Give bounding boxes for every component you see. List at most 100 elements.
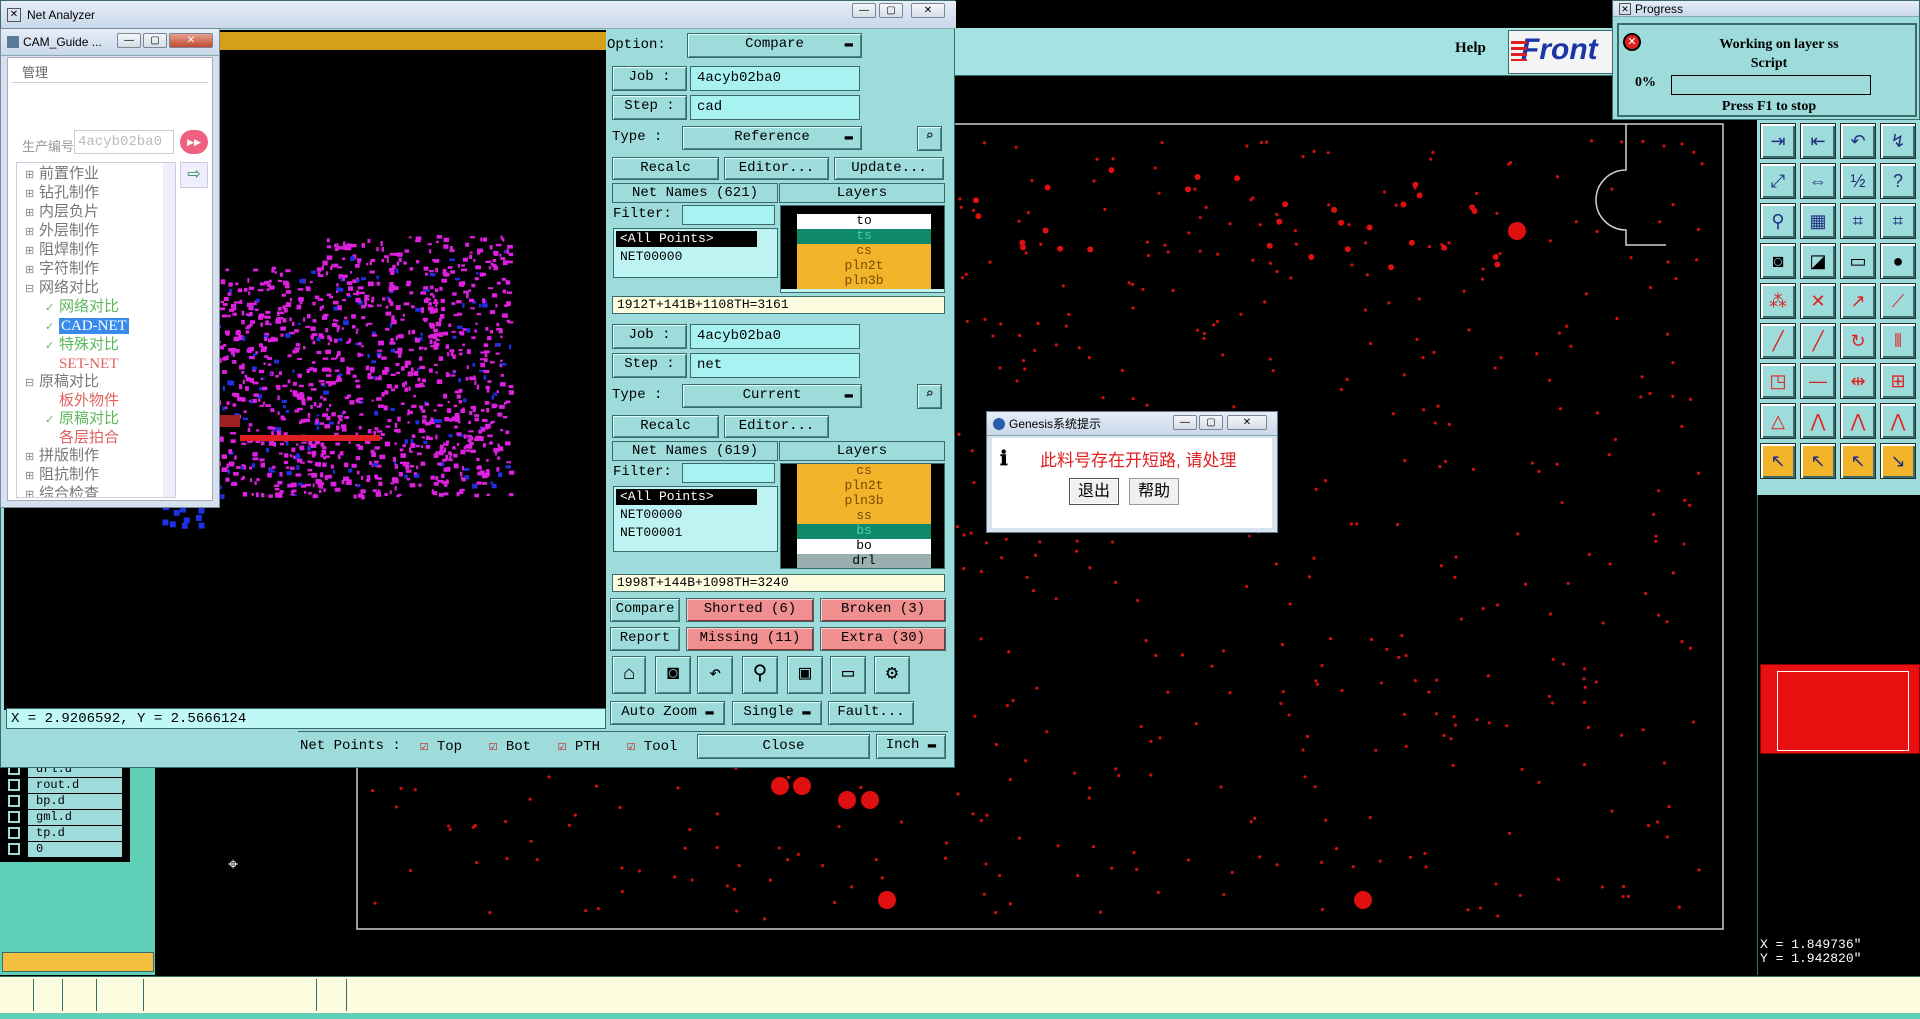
run-button[interactable]: ▶▶ <box>180 130 208 154</box>
arrow-right-icon[interactable]: ⇤ <box>1800 123 1836 159</box>
undo-icon[interactable]: ↶ <box>697 656 733 694</box>
record-icon[interactable]: ◙ <box>1760 243 1796 279</box>
cur-filter-input[interactable] <box>682 463 775 483</box>
select2-icon[interactable]: ↖ <box>1800 443 1836 479</box>
net-item[interactable]: <All Points> <box>616 489 757 505</box>
tree-item[interactable]: ⊟ 原稿对比 <box>25 373 175 392</box>
tree-scrollbar[interactable] <box>163 163 175 497</box>
tree-item[interactable]: ⊞ 阻抗制作 <box>25 466 175 485</box>
cur-recalc-button[interactable]: Recalc <box>612 415 719 438</box>
layer-item[interactable]: cs <box>797 244 931 259</box>
cur-zoom-button[interactable]: ⌕ <box>917 384 942 409</box>
select-icon[interactable]: ↖ <box>1760 443 1796 479</box>
dot-icon[interactable]: ● <box>1880 243 1916 279</box>
cur-net-list[interactable]: <All Points> NET00000 NET00001 <box>613 486 778 552</box>
minus-icon[interactable]: — <box>1800 363 1836 399</box>
help-menu[interactable]: Help <box>1455 40 1486 57</box>
ref-zoom-button[interactable]: ⌕ <box>917 126 942 151</box>
layer-checkbox-icon[interactable] <box>8 811 20 823</box>
cur-job-input[interactable]: 4acyb02ba0 <box>690 324 860 349</box>
layer-checkbox-icon[interactable] <box>8 843 20 855</box>
option-dropdown[interactable]: Compare ▬ <box>687 33 862 58</box>
layer-row[interactable]: rout.d <box>8 778 122 794</box>
layer-row[interactable]: tp.d <box>8 826 122 842</box>
step-icon[interactable]: ↯ <box>1880 123 1916 159</box>
layer-row[interactable]: bp.d <box>8 794 122 810</box>
prod-no-input[interactable]: 4acyb02ba0 <box>74 130 174 154</box>
ref-type-dropdown[interactable]: Reference ▬ <box>682 126 862 150</box>
layer-item[interactable]: ts <box>797 229 931 244</box>
ref-layer-list[interactable]: to ts cs pln2t pln3b <box>780 205 945 293</box>
cross-icon[interactable]: ✕ <box>1800 283 1836 319</box>
tree-item[interactable]: ⊞ 字符制作 <box>25 260 175 279</box>
broken-button[interactable]: Broken (3) <box>820 598 946 622</box>
triangle4-icon[interactable]: ⋀ <box>1880 403 1916 439</box>
missing-button[interactable]: Missing (11) <box>686 627 814 651</box>
fault-button[interactable]: Fault... <box>828 701 914 725</box>
tree-item[interactable]: ✓ 网络对比 <box>25 298 175 317</box>
line2-icon[interactable]: ╱ <box>1800 323 1836 359</box>
tool-button[interactable]: ⇨ <box>180 162 208 188</box>
layer-checkbox-icon[interactable] <box>8 795 20 807</box>
net-icon[interactable]: ⁂ <box>1760 283 1796 319</box>
maximize-button[interactable]: ▢ <box>879 3 903 18</box>
select4-icon[interactable]: ↘ <box>1880 443 1916 479</box>
help-icon[interactable]: ? <box>1880 163 1916 199</box>
triangle3-icon[interactable]: ⋀ <box>1840 403 1876 439</box>
tree-item[interactable]: ✓ 特殊对比 <box>25 336 175 355</box>
manage-menu[interactable]: 管理 <box>22 62 48 81</box>
units-dropdown[interactable]: Inch ▬ <box>876 734 946 759</box>
layer-item[interactable]: pln2t <box>797 259 931 274</box>
layer-item[interactable]: bo <box>797 539 931 554</box>
np-top-checkbox[interactable]: ☑ Top <box>420 738 462 755</box>
tree-item[interactable]: ✓ CAD-NET <box>25 317 175 336</box>
layer-item[interactable]: ss <box>797 509 931 524</box>
shorted-button[interactable]: Shorted (6) <box>686 598 814 622</box>
report-button[interactable]: Report <box>610 627 680 651</box>
dialog-maximize-button[interactable]: ▢ <box>1199 415 1223 430</box>
select3-icon[interactable]: ↖ <box>1840 443 1876 479</box>
tree-item[interactable]: ⊞ 内层负片 <box>25 203 175 222</box>
tree-item[interactable]: 板外物件 <box>25 392 175 410</box>
net-item[interactable]: NET00000 <box>616 507 757 523</box>
tree-item[interactable]: ⊞ 前置作业 <box>25 165 175 184</box>
ruler-icon[interactable]: ▭ <box>1840 243 1876 279</box>
layer-item[interactable]: cs <box>797 464 931 479</box>
auto-zoom-dropdown[interactable]: Auto Zoom ▬ <box>610 701 725 725</box>
overview-thumbnail[interactable] <box>1760 664 1920 754</box>
line-icon[interactable]: ↗ <box>1840 283 1876 319</box>
np-pth-checkbox[interactable]: ☑ PTH <box>558 738 600 755</box>
layer-row[interactable]: gml.d <box>8 810 122 826</box>
layer-item[interactable]: pln2t <box>797 479 931 494</box>
layer-checkbox-icon[interactable] <box>8 827 20 839</box>
np-bot-checkbox[interactable]: ☑ Bot <box>489 738 531 755</box>
exit-button[interactable]: 退出 <box>1069 478 1119 505</box>
cam-close-button[interactable]: ✕ <box>169 33 213 48</box>
tree-item[interactable]: ⊞ 综合检查 <box>25 485 175 497</box>
ref-recalc-button[interactable]: Recalc <box>612 157 719 180</box>
ruler-icon[interactable]: ▭ <box>830 656 866 694</box>
cur-step-input[interactable]: net <box>690 353 860 378</box>
net-item[interactable]: NET00001 <box>616 525 757 541</box>
tree-item[interactable]: SET-NET <box>25 355 175 373</box>
snap-icon[interactable]: ⌗ <box>1840 203 1876 239</box>
tree-item[interactable]: ⊞ 拼版制作 <box>25 447 175 466</box>
route-icon[interactable]: ⇥ <box>1760 123 1796 159</box>
tree-item[interactable]: 各层拍合 <box>25 429 175 447</box>
tree-item[interactable]: ⊞ 外层制作 <box>25 222 175 241</box>
single-dropdown[interactable]: Single ▬ <box>732 701 822 725</box>
home-icon[interactable]: ⌂ <box>612 656 646 694</box>
net-item[interactable]: NET00000 <box>616 249 757 265</box>
cam-minimize-button[interactable]: — <box>117 33 141 48</box>
layer-item[interactable]: pln3b <box>797 494 931 509</box>
ref-filter-input[interactable] <box>682 205 775 225</box>
net-item[interactable]: <All Points> <box>616 231 757 247</box>
tree-item[interactable]: ⊟ 网络对比 <box>25 279 175 298</box>
ref-net-list[interactable]: <All Points> NET00000 <box>613 228 778 278</box>
help-button[interactable]: 帮助 <box>1129 478 1179 505</box>
close-window-button[interactable]: ✕ <box>911 3 945 18</box>
pad-icon[interactable]: ◳ <box>1760 363 1796 399</box>
layer-item[interactable]: bs <box>797 524 931 539</box>
ref-job-input[interactable]: 4acyb02ba0 <box>690 66 860 91</box>
edit-icon[interactable]: ╱ <box>1760 323 1796 359</box>
